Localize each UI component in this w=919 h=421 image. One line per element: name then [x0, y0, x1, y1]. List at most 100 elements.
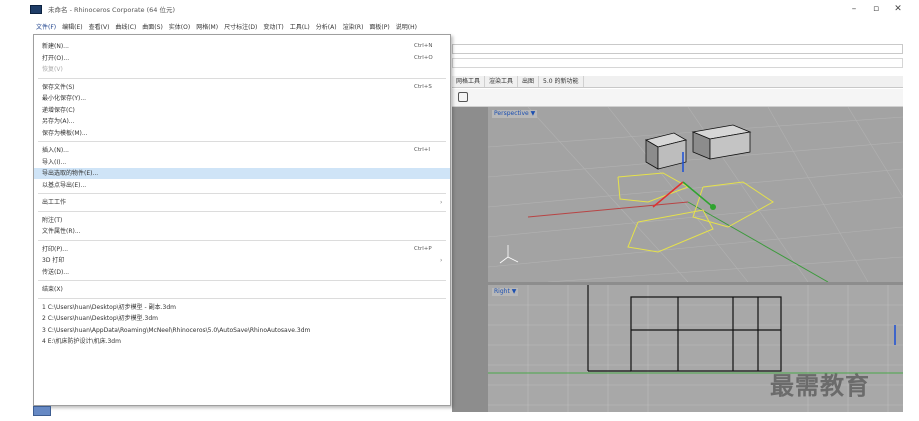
menu-help[interactable]: 说明(H) [393, 22, 420, 34]
file-menu-item[interactable]: 以基点导出(E)... [34, 180, 450, 191]
menu-bar: 文件(F) 编辑(E) 查看(V) 曲线(C) 曲面(S) 实体(O) 网格(M… [33, 22, 420, 34]
menu-panels[interactable]: 面板(P) [366, 22, 392, 34]
watermark: 最需教育 [770, 372, 870, 400]
file-menu-item[interactable]: 导入(I)... [34, 157, 450, 168]
tab-layout[interactable]: 出图 [518, 76, 540, 87]
x-axis-line [527, 201, 689, 218]
file-menu-item[interactable]: 导出选取的物件(E)... [34, 168, 450, 179]
menu-view[interactable]: 查看(V) [86, 22, 113, 34]
file-menu-item[interactable]: 插入(N)... Ctrl+I [34, 145, 450, 156]
file-menu-item[interactable]: 保存文件(S) Ctrl+S [34, 82, 450, 93]
file-menu-item[interactable]: 打开(O)... Ctrl+O [34, 53, 450, 64]
menu-render[interactable]: 渲染(R) [340, 22, 367, 34]
file-menu-item-label: 保存文件(S) [42, 83, 75, 91]
menu-separator [38, 141, 446, 142]
building-elevation [587, 285, 782, 372]
file-menu-item[interactable]: 新建(N)... Ctrl+N [34, 41, 450, 52]
file-menu-item[interactable]: 4 E:\机床防护设计\机床.3dm [34, 336, 450, 347]
axis-indicator [499, 245, 519, 264]
gumball-y-handle [710, 204, 716, 210]
menu-curve[interactable]: 曲线(C) [112, 22, 139, 34]
tool-icon[interactable] [458, 92, 468, 102]
window-controls: – ▫ ✕ [843, 2, 909, 16]
perspective-scene [488, 107, 903, 282]
minimize-button[interactable]: – [843, 2, 865, 16]
tab-new-in-v5[interactable]: 5.0 的新功能 [539, 76, 584, 87]
file-menu-item[interactable]: 3 C:\Users\huan\AppData\Roaming\McNeel\R… [34, 325, 450, 336]
file-menu-item[interactable]: 最小化保存(Y)... [34, 93, 450, 104]
file-menu-item[interactable]: 2 C:\Users\huan\Desktop\初步模型.3dm [34, 313, 450, 324]
menu-separator [38, 239, 446, 241]
file-menu-item[interactable]: 打印(P)... Ctrl+P [34, 244, 450, 255]
file-menu-item-label: 文件属性(R)... [42, 228, 81, 235]
menu-transform[interactable]: 变动(T) [260, 22, 286, 34]
command-input[interactable] [452, 58, 903, 68]
maximize-button[interactable]: ▫ [865, 2, 887, 16]
submenu-arrow-icon: › [440, 199, 443, 206]
file-menu-item-label: 1 C:\Users\huan\Desktop\初步模型 - 副本.3dm [42, 303, 177, 311]
tab-mesh-tools[interactable]: 网格工具 [452, 76, 486, 87]
file-menu-item[interactable]: 1 C:\Users\huan\Desktop\初步模型 - 副本.3dm [34, 302, 450, 313]
title-bar: 未命名 - Rhinoceros Corporate (64 位元) – ▫ ✕ [0, 0, 919, 18]
right-sidebar [903, 44, 919, 414]
file-menu-item-label: 导出选取的物件(E)... [42, 170, 99, 177]
file-menu-item-label: 传送(D)... [42, 268, 70, 276]
menu-separator [38, 193, 446, 194]
file-menu-item[interactable]: 传送(D)... [34, 267, 450, 278]
window-title: 未命名 - Rhinoceros Corporate (64 位元) [48, 6, 176, 14]
file-menu-item-label: 打开(O)... [42, 54, 70, 62]
file-menu-item[interactable]: 另存为(A)... [34, 116, 450, 127]
file-menu-item-label: 保存为模板(M)... [42, 129, 88, 137]
toolbar [452, 89, 903, 107]
menu-dimension[interactable]: 尺寸标注(D) [221, 22, 260, 34]
submenu-arrow-icon: › [440, 257, 443, 264]
menu-edit[interactable]: 编辑(E) [59, 22, 85, 34]
perspective-viewport-label[interactable]: Perspective ▼ [492, 110, 538, 118]
file-menu-item-label: 最小化保存(Y)... [42, 95, 87, 102]
close-button[interactable]: ✕ [887, 2, 909, 16]
file-menu-item-label: 另存为(A)... [42, 118, 75, 125]
menu-tools[interactable]: 工具(L) [287, 22, 313, 34]
menu-separator [38, 77, 446, 79]
file-menu-item[interactable]: 附注(T) [34, 215, 450, 226]
file-menu-item[interactable]: 出工工作 › [34, 197, 450, 208]
menu-mesh[interactable]: 网格(M) [193, 22, 221, 34]
menu-separator [38, 297, 446, 299]
file-menu-item-shortcut: Ctrl+O [414, 54, 433, 61]
file-menu-item[interactable]: 3D 打印 › [34, 255, 450, 266]
menu-surface[interactable]: 曲面(S) [139, 22, 166, 34]
file-menu-item-label: 3D 打印 [42, 257, 65, 264]
menu-separator [38, 280, 446, 281]
perspective-viewport[interactable]: Perspective ▼ [488, 107, 903, 282]
file-menu-item-shortcut: Ctrl+I [414, 147, 431, 153]
file-menu-item-label: 出工工作 [42, 199, 67, 206]
menu-analyze[interactable]: 分析(A) [313, 22, 340, 34]
right-viewport-label[interactable]: Right ▼ [492, 288, 519, 296]
menu-separator [38, 210, 446, 212]
status-indicator [33, 406, 51, 416]
command-history [452, 44, 903, 54]
file-menu-item-shortcut: Ctrl+N [414, 43, 433, 49]
y-axis-line [687, 201, 829, 282]
file-menu-item-label: 新建(N)... [42, 43, 69, 50]
menu-file[interactable]: 文件(F) [33, 22, 59, 34]
file-menu-item-label: 4 E:\机床防护设计\机床.3dm [42, 338, 121, 345]
file-menu-item-shortcut: Ctrl+S [414, 83, 432, 90]
file-menu-item-label: 以基点导出(E)... [42, 181, 87, 189]
tab-render-tools[interactable]: 渲染工具 [485, 76, 519, 87]
file-menu-item[interactable]: 保存为模板(M)... [34, 128, 450, 139]
file-menu-dropdown: 新建(N)... Ctrl+N 打开(O)... Ctrl+O 恢复(V) 保存文件(S)… [33, 34, 451, 406]
toolbar-tabs: 网格工具 渲染工具 出图 5.0 的新功能 [452, 76, 903, 88]
file-menu-item[interactable]: 递增保存(C) [34, 105, 450, 116]
file-menu-item-shortcut: Ctrl+P [414, 245, 432, 252]
menu-solid[interactable]: 实体(O) [166, 22, 193, 34]
footprint-curves [617, 172, 774, 253]
file-menu-item: 恢复(V) [34, 64, 450, 75]
file-menu-item-label: 打印(P)... [42, 245, 69, 253]
file-menu-item-label: 恢复(V) [42, 66, 63, 73]
file-menu-item-label: 2 C:\Users\huan\Desktop\初步模型.3dm [42, 315, 159, 322]
file-menu-item-label: 插入(N)... [42, 147, 69, 154]
file-menu-item[interactable]: 结束(X) [34, 284, 450, 295]
file-menu-item-label: 导入(I)... [42, 158, 67, 166]
file-menu-item[interactable]: 文件属性(R)... [34, 226, 450, 237]
